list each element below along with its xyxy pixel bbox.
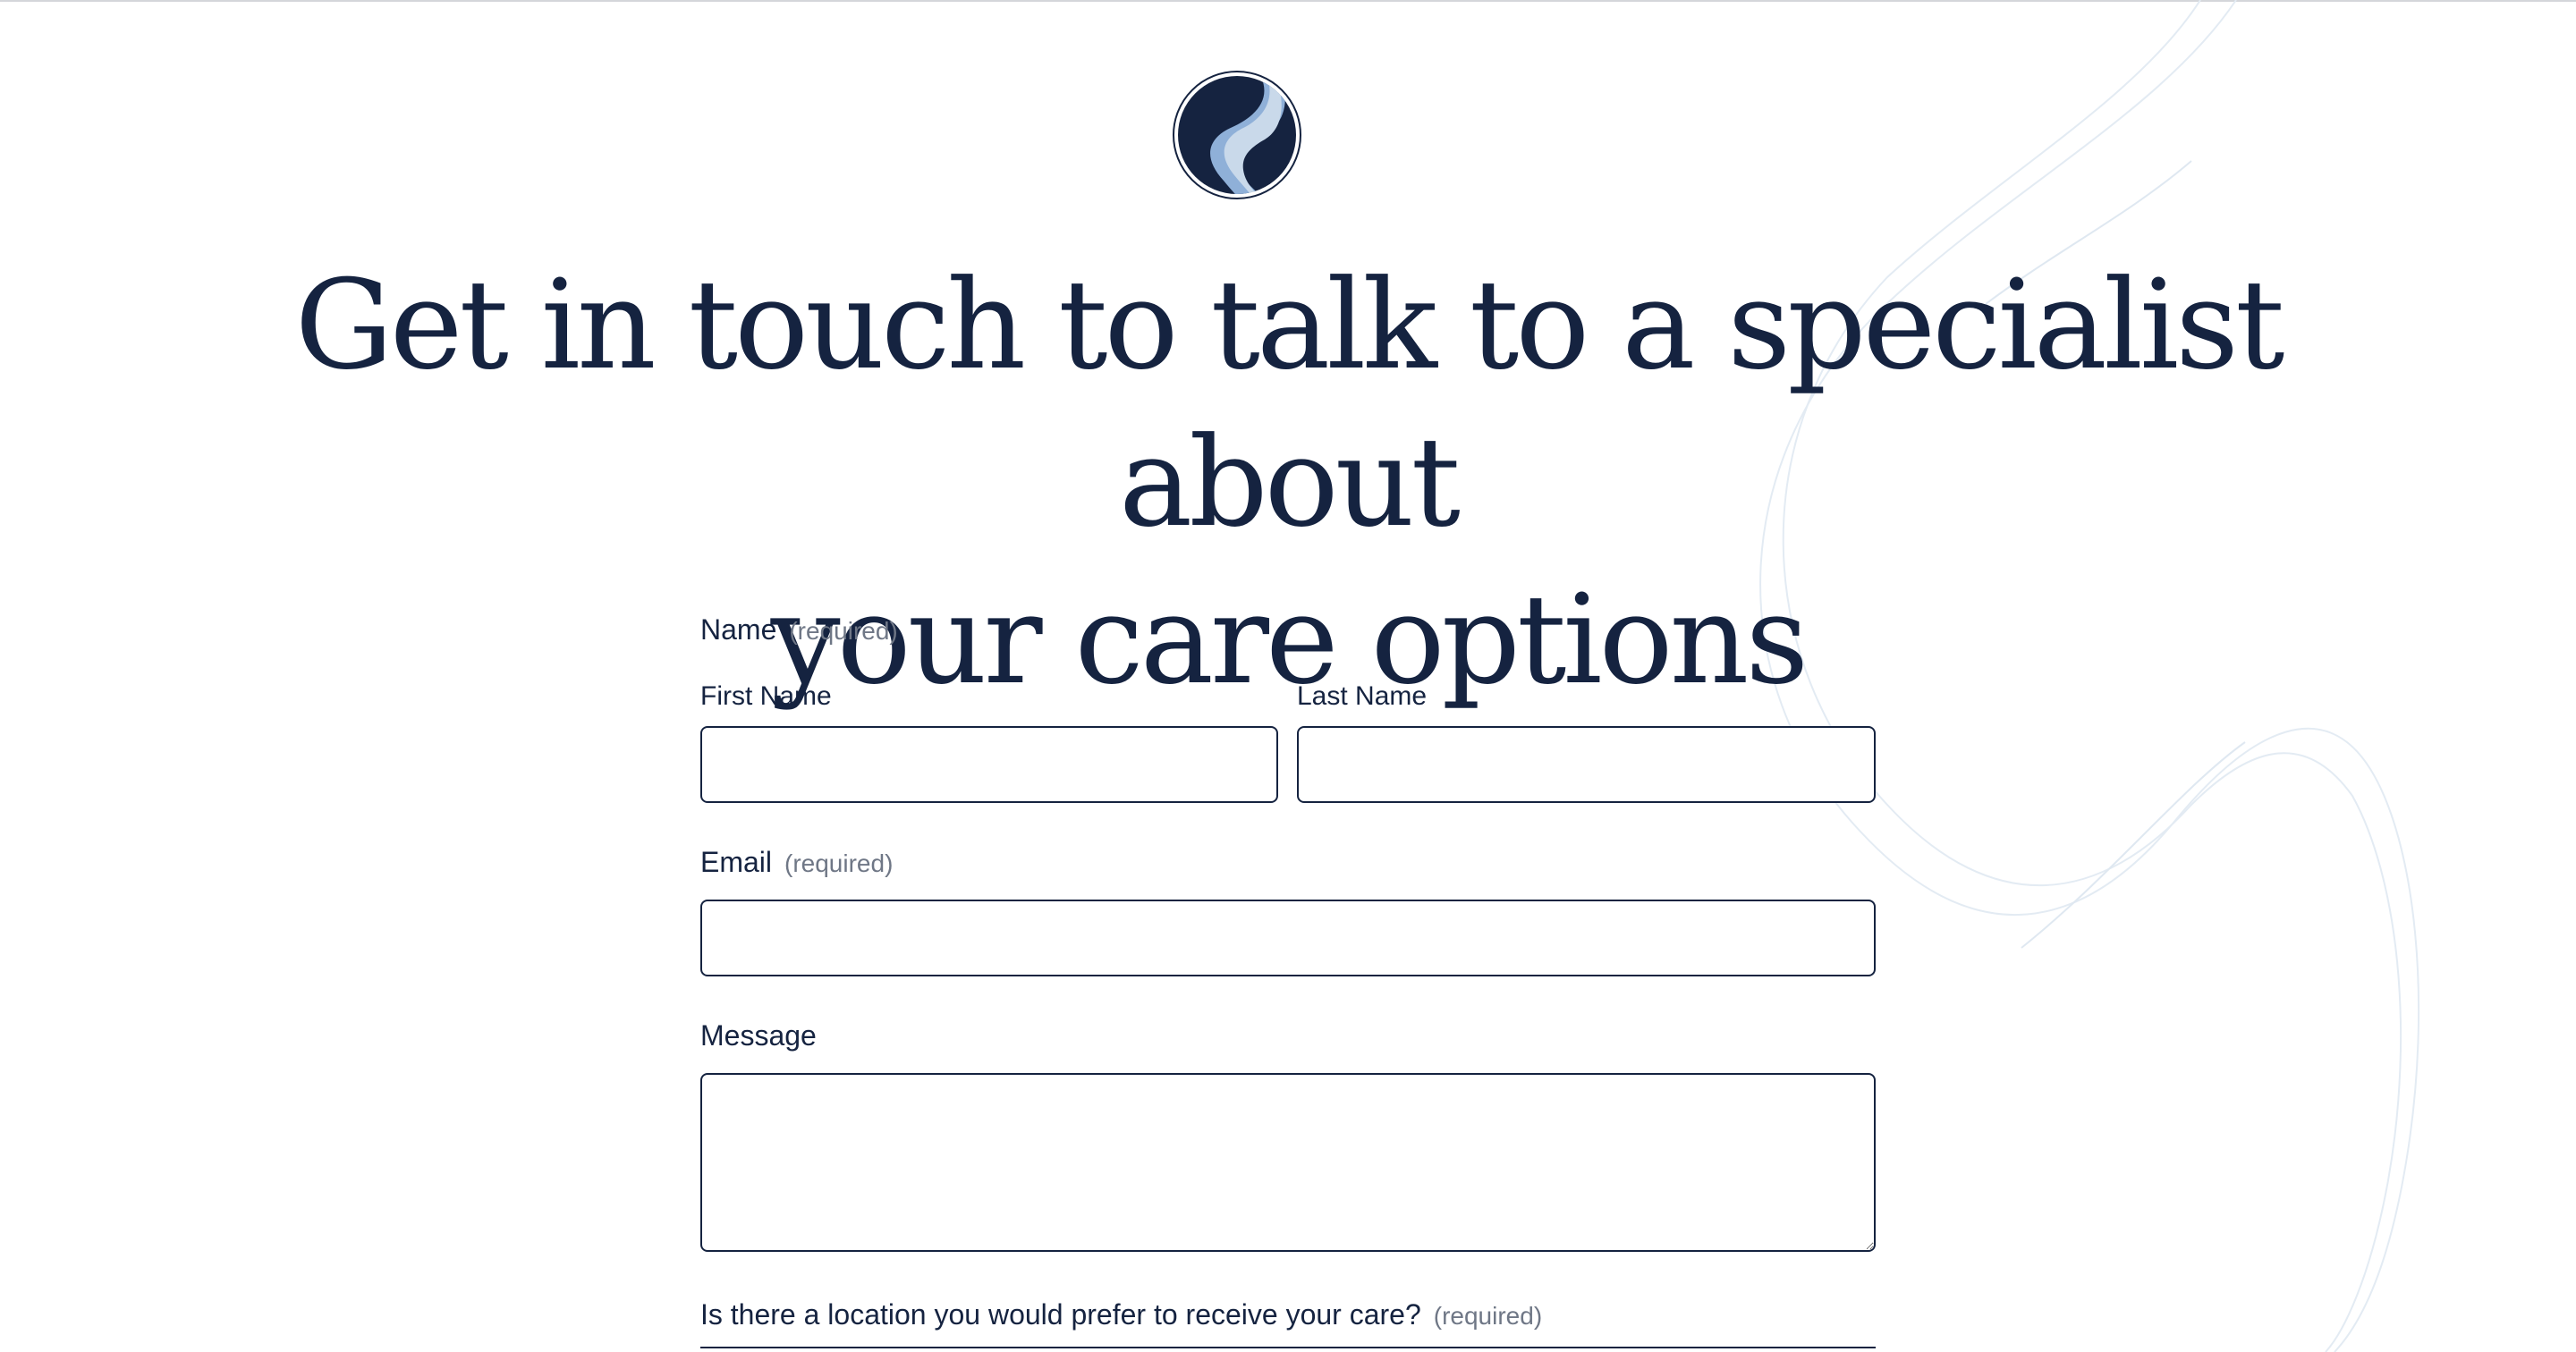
first-name-label: First Name <box>700 681 832 711</box>
last-name-input[interactable] <box>1297 726 1876 803</box>
name-field-label: Name (required) <box>700 613 898 646</box>
message-textarea[interactable] <box>700 1073 1876 1252</box>
page-headline: Get in touch to talk to a specialist abo… <box>125 247 2451 719</box>
location-label-text: Is there a location you would prefer to … <box>700 1298 1421 1331</box>
name-required-marker: (required) <box>789 617 898 645</box>
first-name-input[interactable] <box>700 726 1278 803</box>
name-label-text: Name <box>700 613 777 646</box>
last-name-label: Last Name <box>1297 681 1428 711</box>
headline-line-1: Get in touch to talk to a specialist abo… <box>294 253 2285 554</box>
email-input[interactable] <box>700 900 1876 976</box>
email-field-label: Email (required) <box>700 846 893 879</box>
location-select[interactable] <box>700 1347 1876 1352</box>
headline-line-2: your care options <box>770 568 1809 712</box>
top-border <box>0 0 2576 2</box>
location-field-label: Is there a location you would prefer to … <box>700 1298 1542 1331</box>
location-required-marker: (required) <box>1433 1302 1543 1330</box>
email-label-text: Email <box>700 846 773 878</box>
message-field-label: Message <box>700 1019 817 1052</box>
river-road-logo <box>1173 71 1301 199</box>
email-required-marker: (required) <box>784 849 894 877</box>
